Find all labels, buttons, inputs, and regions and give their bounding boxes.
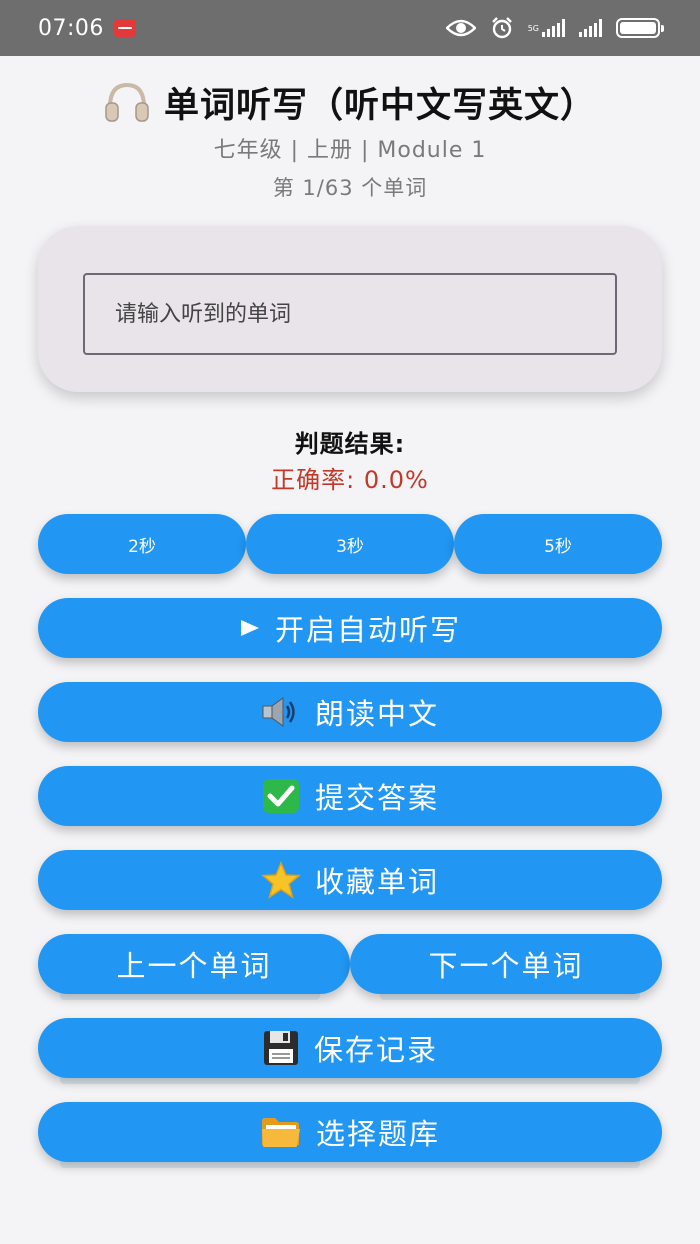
read-chinese-button[interactable]: 朗读中文 (38, 682, 662, 742)
interval-2s-label: 2秒 (128, 536, 156, 557)
choose-bank-button[interactable]: 选择题库 (38, 1102, 662, 1162)
status-left: 07:06 (38, 16, 136, 41)
notification-icon (113, 19, 136, 37)
favorite-word-button[interactable]: 收藏单词 (38, 850, 662, 910)
interval-2s-button[interactable]: 2秒 (38, 514, 246, 574)
next-word-label: 下一个单词 (428, 949, 584, 983)
header: 单词听写（听中文写英文） 七年级 | 上册 | Module 1 第 1/63 … (0, 56, 700, 202)
speaker-icon (261, 695, 301, 729)
interval-5s-label: 5秒 (544, 536, 572, 557)
next-word-button[interactable]: 下一个单词 (350, 934, 662, 994)
read-chinese-label: 朗读中文 (314, 697, 439, 731)
answer-input[interactable] (83, 273, 617, 355)
grade-subtitle: 七年级 | 上册 | Module 1 (213, 138, 487, 163)
choose-bank-label: 选择题库 (315, 1117, 440, 1151)
interval-3s-button[interactable]: 3秒 (246, 514, 454, 574)
status-bar: 07:06 5G (0, 0, 700, 56)
interval-3s-label: 3秒 (336, 536, 364, 557)
signal-icon: 5G (528, 19, 565, 37)
battery-icon (616, 18, 664, 38)
word-progress: 第 1/63 个单词 (272, 176, 428, 200)
star-icon (261, 861, 301, 899)
interval-5s-button[interactable]: 5秒 (454, 514, 662, 574)
status-time: 07:06 (38, 15, 104, 41)
auto-dictation-label: 开启自动听写 (274, 613, 461, 647)
alarm-icon (490, 16, 514, 40)
result-label: 判题结果: (294, 430, 406, 458)
play-icon (239, 618, 261, 638)
folder-icon (260, 1115, 302, 1149)
signal-icon-2 (579, 19, 602, 37)
headphones-icon (104, 81, 150, 123)
prev-word-label: 上一个单词 (116, 949, 272, 983)
floppy-disk-icon (262, 1029, 300, 1067)
submit-answer-button[interactable]: 提交答案 (38, 766, 662, 826)
network-label: 5G (527, 23, 539, 33)
check-icon (261, 778, 301, 814)
favorite-word-label: 收藏单词 (314, 865, 439, 899)
title-row: 单词听写（听中文写英文） (0, 78, 700, 126)
eye-icon (445, 18, 476, 38)
input-card (38, 226, 662, 392)
save-record-label: 保存记录 (313, 1033, 438, 1067)
page-title: 单词听写（听中文写英文） (163, 85, 596, 126)
status-right: 5G (445, 16, 664, 40)
prev-word-button[interactable]: 上一个单词 (38, 934, 350, 994)
accuracy-text: 正确率: 0.0% (271, 466, 429, 494)
submit-answer-label: 提交答案 (314, 781, 439, 815)
save-record-button[interactable]: 保存记录 (38, 1018, 662, 1078)
auto-dictation-button[interactable]: 开启自动听写 (38, 598, 662, 658)
